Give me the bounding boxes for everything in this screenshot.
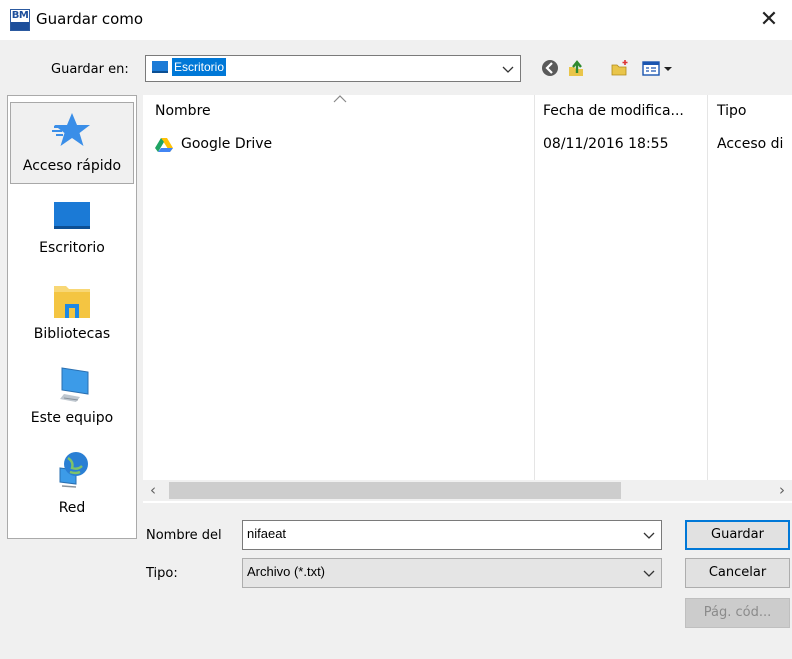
libraries-icon xyxy=(54,286,90,318)
sidebar-item-label: Red xyxy=(58,500,86,516)
type-select-value: Archivo (*.txt) xyxy=(247,564,326,579)
sidebar-item-network[interactable]: Red xyxy=(8,448,136,518)
sidebar-item-label: Acceso rápido xyxy=(22,158,122,174)
filename-input[interactable]: nifaeat xyxy=(247,526,286,541)
computer-icon xyxy=(60,367,89,402)
type-select[interactable]: Archivo (*.txt) xyxy=(242,558,662,588)
sidebar-item-desktop[interactable]: Escritorio xyxy=(8,194,136,264)
save-in-value: Escritorio xyxy=(172,58,227,76)
codepage-button: Pág. cód... xyxy=(685,598,790,628)
scrollbar-thumb[interactable] xyxy=(169,482,621,499)
sidebar-item-this-pc[interactable]: Este equipo xyxy=(8,364,136,434)
app-icon: BM xyxy=(10,9,30,31)
desktop-small-icon xyxy=(152,61,168,73)
file-date: 08/11/2016 18:55 xyxy=(543,136,669,152)
desktop-icon xyxy=(54,202,90,229)
chevron-down-icon xyxy=(502,66,514,73)
cancel-button[interactable]: Cancelar xyxy=(685,558,790,588)
sidebar-item-quick-access[interactable]: Acceso rápido xyxy=(10,102,134,184)
save-in-label: Guardar en: xyxy=(51,62,129,77)
network-icon xyxy=(59,452,88,488)
window-title: Guardar como xyxy=(36,10,144,28)
view-menu-icon[interactable] xyxy=(642,59,678,77)
sidebar-item-label: Este equipo xyxy=(30,410,114,426)
file-list: Nombre Fecha de modifica... Tipo Google … xyxy=(143,95,792,503)
chevron-down-icon[interactable] xyxy=(643,529,655,541)
save-button[interactable]: Guardar xyxy=(685,520,790,550)
save-in-combo[interactable]: Escritorio xyxy=(145,55,521,82)
sidebar-item-libraries[interactable]: Bibliotecas xyxy=(8,280,136,350)
column-divider[interactable] xyxy=(534,95,535,480)
scroll-right-button[interactable]: › xyxy=(772,480,792,501)
app-icon-text: BM xyxy=(11,10,29,22)
scroll-left-button[interactable]: ‹ xyxy=(143,480,163,501)
google-drive-icon xyxy=(155,138,173,152)
filename-label: Nombre del xyxy=(146,528,222,543)
filename-combo[interactable]: nifaeat xyxy=(242,520,662,550)
chevron-down-icon[interactable] xyxy=(643,567,655,579)
places-sidebar: Acceso rápido Escritorio Bibliotecas Est… xyxy=(7,95,137,539)
column-divider[interactable] xyxy=(707,95,708,480)
type-label: Tipo: xyxy=(146,566,178,581)
up-folder-icon[interactable] xyxy=(567,59,585,77)
file-type: Acceso di xyxy=(717,136,784,152)
sidebar-item-label: Bibliotecas xyxy=(33,326,111,342)
horizontal-scrollbar[interactable]: ‹ › xyxy=(143,480,792,501)
new-folder-icon[interactable] xyxy=(611,59,629,77)
quick-access-star-icon xyxy=(52,113,90,146)
title-bar: BM Guardar como ✕ xyxy=(0,0,792,40)
file-name: Google Drive xyxy=(181,136,273,152)
sidebar-item-label: Escritorio xyxy=(39,240,105,256)
column-header-name[interactable]: Nombre xyxy=(155,103,211,119)
column-header-type[interactable]: Tipo xyxy=(717,103,746,119)
column-header-date[interactable]: Fecha de modifica... xyxy=(543,103,684,119)
back-icon[interactable] xyxy=(541,59,559,77)
sort-ascending-icon[interactable] xyxy=(333,95,347,103)
close-button[interactable]: ✕ xyxy=(746,0,792,40)
